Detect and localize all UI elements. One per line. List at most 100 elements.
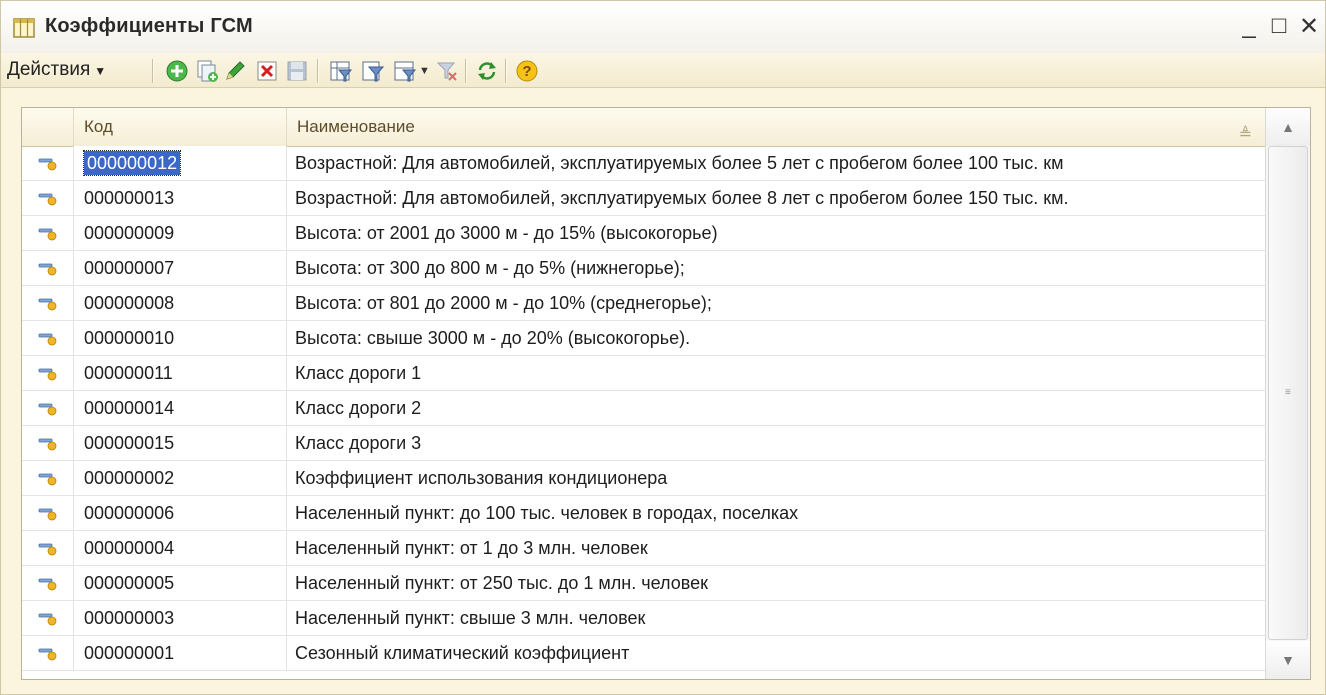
items-table[interactable]: Код Наименование ≜ 000000012 Возрастной: … bbox=[21, 107, 1311, 680]
name-cell[interactable]: Населенный пункт: от 1 до 3 млн. человек bbox=[287, 531, 1266, 565]
table-row[interactable]: 000000010 Высота: свыше 3000 м - до 20% (… bbox=[22, 321, 1266, 356]
refresh-icon[interactable] bbox=[475, 59, 499, 83]
catalog-item-icon bbox=[38, 438, 57, 451]
code-value: 000000011 bbox=[84, 363, 173, 383]
name-cell[interactable]: Возрастной: Для автомобилей, эксплуатиру… bbox=[287, 181, 1266, 215]
code-value: 000000002 bbox=[84, 468, 175, 488]
filter-icon[interactable] bbox=[329, 59, 353, 83]
table-row[interactable]: 000000006 Населенный пункт: до 100 тыс. ч… bbox=[22, 496, 1266, 531]
close-button[interactable]: ✕ bbox=[1295, 11, 1323, 41]
row-icon-cell bbox=[22, 146, 74, 180]
row-icon-cell bbox=[22, 566, 74, 600]
table-row[interactable]: 000000007 Высота: от 300 до 800 м - до 5%… bbox=[22, 251, 1266, 286]
code-value: 000000001 bbox=[84, 643, 175, 663]
scroll-up-icon[interactable]: ▲ bbox=[1266, 108, 1310, 146]
scrollbar-thumb[interactable]: ≡ bbox=[1268, 146, 1308, 640]
name-cell[interactable]: Высота: свыше 3000 м - до 20% (высокогор… bbox=[287, 321, 1266, 355]
table-row[interactable]: 000000013 Возрастной: Для автомобилей, эк… bbox=[22, 181, 1266, 216]
code-value: 000000006 bbox=[84, 503, 175, 523]
code-cell[interactable]: 000000015 bbox=[74, 426, 287, 460]
toolbar: Действия ▼ ▼ ? bbox=[1, 53, 1325, 88]
code-cell[interactable]: 000000012 bbox=[74, 146, 287, 180]
table-row[interactable]: 000000005 Населенный пункт: от 250 тыс. д… bbox=[22, 566, 1266, 601]
name-cell[interactable]: Возрастной: Для автомобилей, эксплуатиру… bbox=[287, 146, 1266, 180]
row-icon-cell bbox=[22, 531, 74, 565]
table-row[interactable]: 000000004 Населенный пункт: от 1 до 3 млн… bbox=[22, 531, 1266, 566]
actions-menu[interactable]: Действия ▼ bbox=[7, 58, 106, 82]
name-cell[interactable]: Сезонный климатический коэффициент bbox=[287, 636, 1266, 670]
edit-icon[interactable] bbox=[223, 59, 247, 83]
vertical-scrollbar[interactable]: ▲ ≡ ▼ bbox=[1265, 108, 1310, 679]
chevron-down-icon[interactable]: ▼ bbox=[419, 65, 430, 77]
maximize-button[interactable]: □ bbox=[1265, 11, 1293, 41]
column-header-name[interactable]: Наименование ≜ bbox=[287, 108, 1266, 146]
copy-icon[interactable] bbox=[195, 59, 219, 83]
code-cell[interactable]: 000000006 bbox=[74, 496, 287, 530]
table-row[interactable]: 000000012 Возрастной: Для автомобилей, эк… bbox=[22, 146, 1266, 181]
table-row[interactable]: 000000001 Сезонный климатический коэффици… bbox=[22, 636, 1266, 671]
name-cell[interactable]: Населенный пункт: до 100 тыс. человек в … bbox=[287, 496, 1266, 530]
name-cell[interactable]: Класс дороги 3 bbox=[287, 426, 1266, 460]
name-cell[interactable]: Населенный пункт: от 250 тыс. до 1 млн. … bbox=[287, 566, 1266, 600]
row-icon-cell bbox=[22, 601, 74, 635]
code-cell[interactable]: 000000002 bbox=[74, 461, 287, 495]
table-row[interactable]: 000000008 Высота: от 801 до 2000 м - до 1… bbox=[22, 286, 1266, 321]
name-cell[interactable]: Высота: от 300 до 800 м - до 5% (нижнего… bbox=[287, 251, 1266, 285]
code-value: 000000012 bbox=[82, 150, 182, 176]
table-row[interactable]: 000000014 Класс дороги 2 bbox=[22, 391, 1266, 426]
table-row[interactable]: 000000002 Коэффициент использования конди… bbox=[22, 461, 1266, 496]
filter-off-icon[interactable] bbox=[435, 59, 459, 83]
add-icon[interactable] bbox=[165, 59, 189, 83]
table-row[interactable]: 000000011 Класс дороги 1 bbox=[22, 356, 1266, 391]
code-cell[interactable]: 000000013 bbox=[74, 181, 287, 215]
row-icon-cell bbox=[22, 636, 74, 670]
code-cell[interactable]: 000000004 bbox=[74, 531, 287, 565]
name-cell[interactable]: Класс дороги 2 bbox=[287, 391, 1266, 425]
catalog-item-icon bbox=[38, 578, 57, 591]
name-cell[interactable]: Высота: от 2001 до 3000 м - до 15% (высо… bbox=[287, 216, 1266, 250]
filter-by-value-icon[interactable] bbox=[361, 59, 385, 83]
code-cell[interactable]: 000000009 bbox=[74, 216, 287, 250]
toolbar-separator bbox=[465, 59, 467, 83]
code-value: 000000008 bbox=[84, 293, 175, 313]
catalog-item-icon bbox=[38, 368, 57, 381]
catalog-item-icon bbox=[38, 158, 57, 171]
title-bar[interactable]: Коэффициенты ГСМ _ □ ✕ bbox=[1, 1, 1325, 54]
column-header-code[interactable]: Код bbox=[74, 108, 287, 146]
table-row[interactable]: 000000003 Населенный пункт: свыше 3 млн. … bbox=[22, 601, 1266, 636]
row-icon-cell bbox=[22, 251, 74, 285]
name-cell[interactable]: Населенный пункт: свыше 3 млн. человек bbox=[287, 601, 1266, 635]
code-cell[interactable]: 000000014 bbox=[74, 391, 287, 425]
name-cell[interactable]: Высота: от 801 до 2000 м - до 10% (средн… bbox=[287, 286, 1266, 320]
delete-icon[interactable] bbox=[255, 59, 279, 83]
catalog-item-icon bbox=[38, 228, 57, 241]
code-value: 000000014 bbox=[84, 398, 175, 418]
code-cell[interactable]: 000000010 bbox=[74, 321, 287, 355]
code-value: 000000013 bbox=[84, 188, 175, 208]
code-cell[interactable]: 000000003 bbox=[74, 601, 287, 635]
table-row[interactable]: 000000015 Класс дороги 3 bbox=[22, 426, 1266, 461]
code-cell[interactable]: 000000001 bbox=[74, 636, 287, 670]
minimize-button[interactable]: _ bbox=[1235, 11, 1263, 41]
toolbar-separator bbox=[317, 59, 319, 83]
catalog-item-icon bbox=[38, 263, 57, 276]
code-cell[interactable]: 000000011 bbox=[74, 356, 287, 390]
catalog-item-icon bbox=[38, 473, 57, 486]
filter-history-icon[interactable] bbox=[393, 59, 417, 83]
svg-text:?: ? bbox=[522, 63, 531, 80]
row-icon-cell bbox=[22, 426, 74, 460]
chevron-down-icon: ▼ bbox=[94, 64, 107, 78]
toolbar-separator bbox=[152, 59, 154, 83]
save-icon[interactable] bbox=[285, 59, 309, 83]
code-cell[interactable]: 000000007 bbox=[74, 251, 287, 285]
row-icon-cell bbox=[22, 391, 74, 425]
code-cell[interactable]: 000000005 bbox=[74, 566, 287, 600]
help-icon[interactable]: ? bbox=[515, 59, 539, 83]
name-cell[interactable]: Класс дороги 1 bbox=[287, 356, 1266, 390]
scroll-down-icon[interactable]: ▼ bbox=[1266, 641, 1310, 679]
code-cell[interactable]: 000000008 bbox=[74, 286, 287, 320]
row-icon-cell bbox=[22, 181, 74, 215]
table-row[interactable]: 000000009 Высота: от 2001 до 3000 м - до … bbox=[22, 216, 1266, 251]
name-cell[interactable]: Коэффициент использования кондиционера bbox=[287, 461, 1266, 495]
table-icon bbox=[13, 18, 35, 38]
